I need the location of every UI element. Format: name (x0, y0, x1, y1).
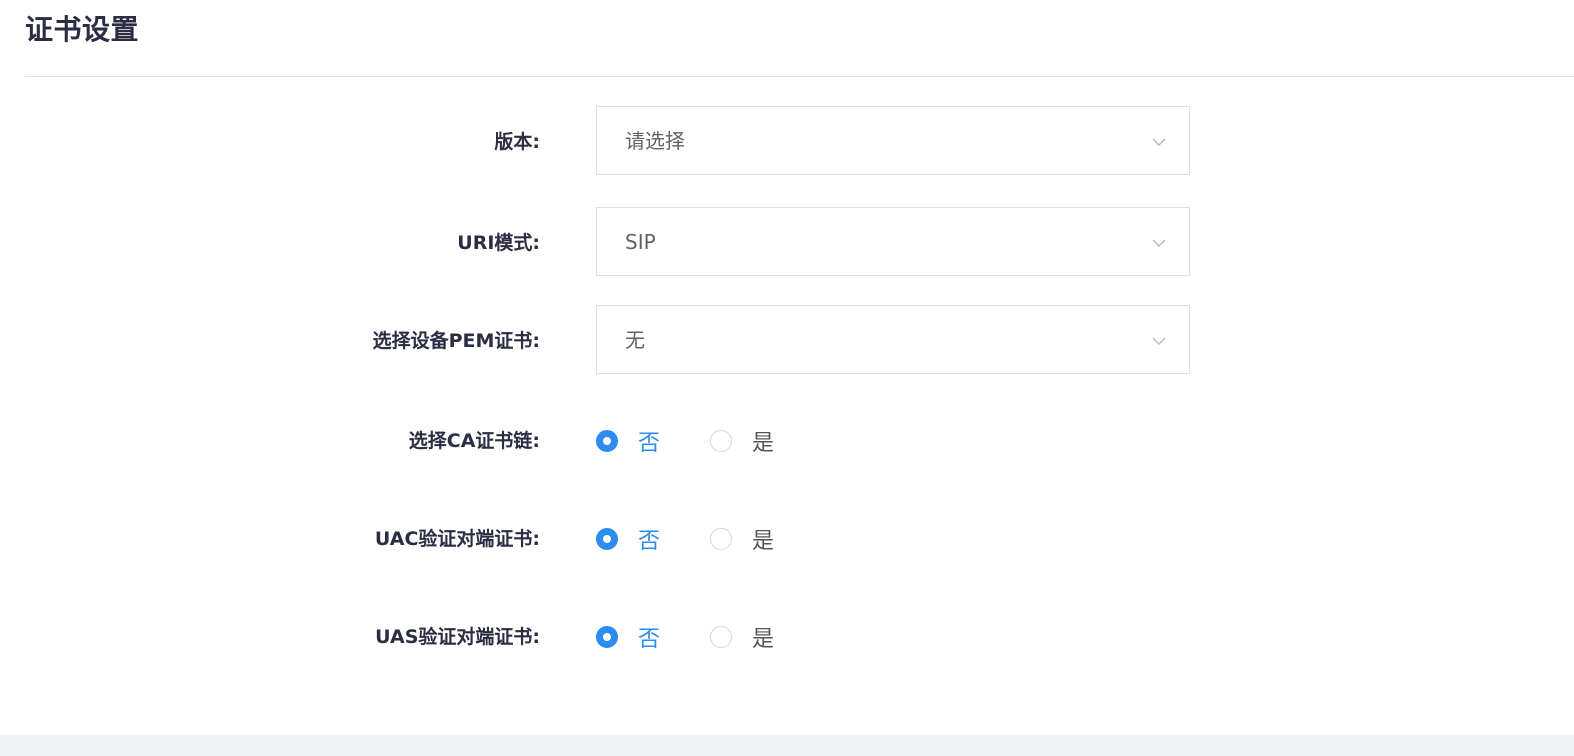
device-pem-select-value: 无 (625, 328, 645, 352)
device-pem-label: 选择设备PEM证书: (372, 330, 540, 352)
form-row-uac-verify: UAC验证对端证书: 否 是 (0, 503, 1574, 575)
footer-band (0, 735, 1574, 756)
uac-verify-radio-group: 否 是 (596, 503, 824, 575)
radio-checked-icon[interactable] (596, 430, 618, 452)
uas-verify-option-yes[interactable]: 是 (710, 621, 774, 653)
chevron-down-icon (1152, 138, 1166, 146)
page-title: 证书设置 (25, 13, 140, 46)
ca-chain-option-no[interactable]: 否 (596, 425, 660, 457)
ca-chain-label: 选择CA证书链: (408, 430, 540, 452)
version-label: 版本: (494, 131, 540, 153)
radio-unchecked-icon[interactable] (710, 528, 733, 550)
ca-chain-radio-group: 否 是 (596, 405, 824, 477)
uac-verify-option-no[interactable]: 否 (596, 523, 660, 555)
form-row-ca-chain: 选择CA证书链: 否 是 (0, 405, 1574, 477)
ca-chain-option-yes[interactable]: 是 (710, 425, 774, 457)
uri-mode-select[interactable]: SIP (596, 207, 1190, 276)
chevron-down-icon (1152, 337, 1166, 345)
title-divider (25, 76, 1574, 77)
radio-unchecked-icon[interactable] (710, 430, 733, 452)
version-select[interactable]: 请选择 (596, 106, 1190, 175)
uac-verify-option-yes[interactable]: 是 (710, 523, 774, 555)
ca-chain-option-yes-label: 是 (752, 431, 775, 456)
ca-chain-option-no-label: 否 (638, 431, 661, 456)
uac-verify-label: UAC验证对端证书: (374, 528, 540, 550)
form-row-version: 版本: 请选择 (0, 106, 1574, 178)
uri-mode-select-value: SIP (625, 230, 656, 254)
uas-verify-option-no[interactable]: 否 (596, 621, 660, 653)
form-row-device-pem: 选择设备PEM证书: 无 (0, 305, 1574, 377)
uas-verify-option-no-label: 否 (638, 627, 661, 652)
uac-verify-option-no-label: 否 (638, 529, 661, 554)
form-row-uri-mode: URI模式: SIP (0, 207, 1574, 279)
uas-verify-option-yes-label: 是 (752, 627, 775, 652)
form-row-uas-verify: UAS验证对端证书: 否 是 (0, 601, 1574, 673)
radio-checked-icon[interactable] (596, 626, 618, 648)
chevron-down-icon (1152, 239, 1166, 247)
version-select-value: 请选择 (625, 129, 685, 153)
uas-verify-label: UAS验证对端证书: (375, 626, 540, 648)
radio-unchecked-icon[interactable] (710, 626, 733, 648)
uri-mode-label: URI模式: (457, 232, 540, 254)
uas-verify-radio-group: 否 是 (596, 601, 824, 673)
uac-verify-option-yes-label: 是 (752, 529, 775, 554)
radio-checked-icon[interactable] (596, 528, 618, 550)
device-pem-select[interactable]: 无 (596, 305, 1190, 374)
